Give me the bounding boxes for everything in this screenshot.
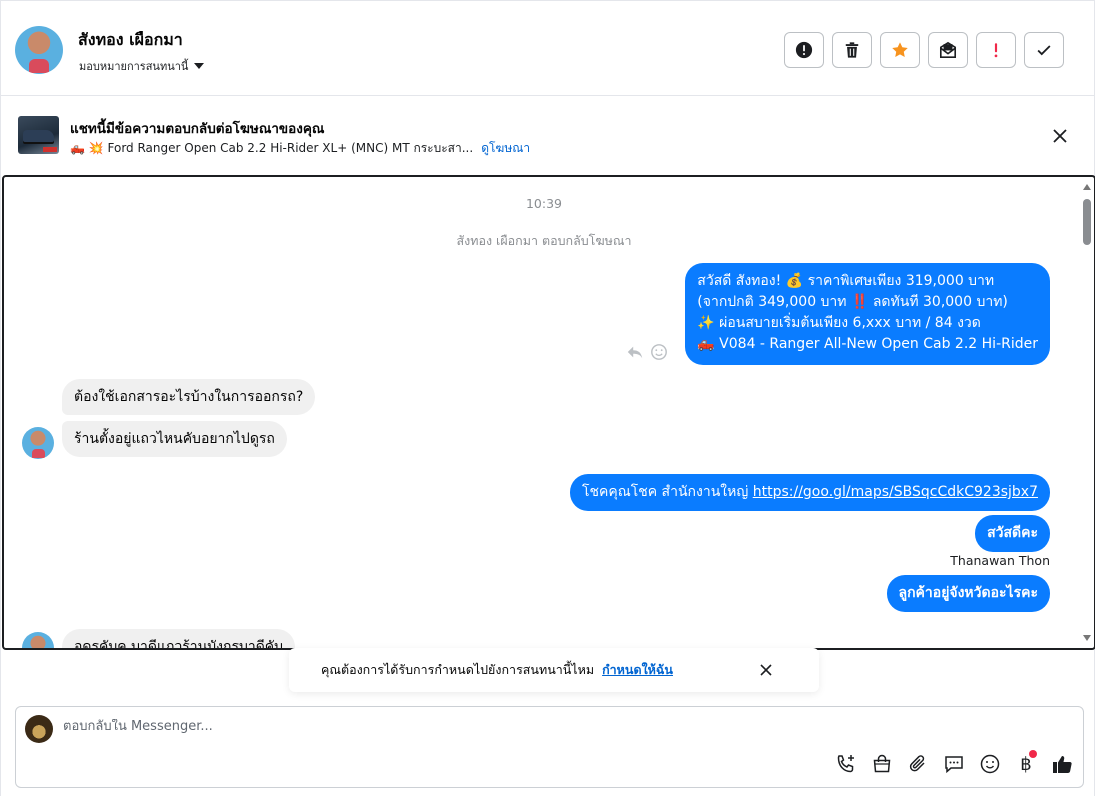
toast-text: คุณต้องการได้รับการกำหนดไปยังการสนทนานี้… xyxy=(321,662,595,677)
message-thread[interactable]: 10:39 สังทอง เผือกมา ตอบกลับโฆษณา สวัสดี… xyxy=(2,175,1095,650)
message-line: ✨ ผ่อนสบายเริ่มต้นเพียง 6,xxx บาท / 84 ง… xyxy=(697,315,981,331)
ad-thumbnail[interactable] xyxy=(18,116,59,154)
assign-to-me-link[interactable]: กำหนดให้ฉัน xyxy=(602,660,673,680)
delete-button[interactable] xyxy=(832,32,872,68)
message-hover-actions xyxy=(626,343,668,361)
conversation-header: สังทอง เผือกมา มอบหมายการสนทนานี้ xyxy=(1,0,1095,96)
message-composer: ฿ xyxy=(15,706,1084,788)
spam-icon xyxy=(994,43,998,58)
payment-button[interactable]: ฿ xyxy=(1015,749,1037,775)
warning-icon xyxy=(795,41,813,59)
message-timestamp: 10:39 xyxy=(525,196,563,211)
ad-reply-banner: แชทนี้มีข้อความตอบกลับต่อโฆษณาของคุณ 🛻 💥… xyxy=(1,96,1095,176)
scroll-up-arrow[interactable] xyxy=(1083,184,1091,190)
notification-dot xyxy=(1029,749,1037,758)
contact-avatar-small xyxy=(22,632,54,648)
page-avatar xyxy=(25,715,53,743)
react-emoji-icon[interactable] xyxy=(650,343,668,361)
spam-button[interactable] xyxy=(976,32,1016,68)
message-line: (จากปกติ 349,000 บาท ‼️ ลดทันที 30,000 บ… xyxy=(697,294,1008,310)
close-icon[interactable] xyxy=(759,663,773,677)
sender-name: Thanawan Thon xyxy=(950,553,1050,568)
outgoing-message[interactable]: ลูกค้าอยู่จังหวัดอะไรคะ xyxy=(886,575,1050,612)
report-button[interactable] xyxy=(784,32,824,68)
message-text: โชคคุณโชค สำนักงานใหญ่ xyxy=(581,484,753,500)
assign-dropdown[interactable]: มอบหมายการสนทนานี้ xyxy=(79,57,205,75)
close-icon[interactable] xyxy=(1052,128,1068,144)
inbox-conversation-panel: สังทอง เผือกมา มอบหมายการสนทนานี้ แชทนี้… xyxy=(0,0,1095,796)
reply-input[interactable] xyxy=(63,719,763,734)
star-button[interactable] xyxy=(880,32,920,68)
assign-label: มอบหมายการสนทนานี้ xyxy=(79,60,189,73)
mark-unread-button[interactable] xyxy=(928,32,968,68)
mark-done-button[interactable] xyxy=(1024,32,1064,68)
mark-unread-icon xyxy=(939,41,957,59)
outgoing-message[interactable]: สวัสดี สังทอง! 💰 ราคาพิเศษเพียง 319,000 … xyxy=(685,263,1050,365)
incoming-message[interactable]: ต้องใช้เอกสารอะไรบ้างในการออกรถ? xyxy=(62,379,316,415)
composer-tools: ฿ xyxy=(835,749,1073,775)
maps-link[interactable]: https://goo.gl/maps/SBSqcCdkC923sjbx7 xyxy=(753,484,1038,500)
done-icon xyxy=(1037,45,1051,56)
incoming-message[interactable]: ร้านตั้งอยู่แถวไหนคับอยากไปดูรถ xyxy=(62,421,287,457)
ad-banner-title: แชทนี้มีข้อความตอบกลับต่อโฆษณาของคุณ xyxy=(70,121,325,137)
contact-name[interactable]: สังทอง เผือกมา xyxy=(78,28,183,53)
ad-banner-subtitle: 🛻 💥 Ford Ranger Open Cab 2.2 Hi-Rider XL… xyxy=(70,139,530,158)
trash-icon xyxy=(845,42,859,58)
incoming-message[interactable]: อดรคับค บาดีแถวร้านบังกรบาดีคับ xyxy=(62,629,296,648)
chat-scrollbar[interactable] xyxy=(1080,177,1094,648)
saved-reply-icon[interactable] xyxy=(943,753,965,775)
shop-bag-icon[interactable] xyxy=(871,753,893,775)
message-line: สวัสดี สังทอง! 💰 ราคาพิเศษเพียง 319,000 … xyxy=(697,273,995,289)
ad-subtitle-text: 🛻 💥 Ford Ranger Open Cab 2.2 Hi-Rider XL… xyxy=(70,141,474,155)
scroll-thumb[interactable] xyxy=(1083,199,1091,245)
assign-suggestion-toast: คุณต้องการได้รับการกำหนดไปยังการสนทนานี้… xyxy=(289,648,819,692)
system-note: สังทอง เผือกมา ตอบกลับโฆษณา xyxy=(456,233,632,248)
attach-icon[interactable] xyxy=(907,753,929,775)
header-actions xyxy=(784,32,1064,68)
view-ad-link[interactable]: ดูโฆษณา xyxy=(481,139,530,158)
outgoing-message[interactable]: โชคคุณโชค สำนักงานใหญ่ https://goo.gl/ma… xyxy=(569,474,1050,511)
chevron-down-icon xyxy=(194,63,205,69)
reply-icon[interactable] xyxy=(626,343,644,361)
star-icon xyxy=(892,42,908,58)
message-line: 🛻 V084 - Ranger All-New Open Cab 2.2 Hi-… xyxy=(697,336,1038,352)
scroll-down-arrow[interactable] xyxy=(1083,635,1091,641)
call-add-icon[interactable] xyxy=(835,753,857,775)
contact-avatar-small xyxy=(22,427,54,459)
emoji-icon[interactable] xyxy=(979,753,1001,775)
like-icon[interactable] xyxy=(1051,753,1073,775)
contact-avatar[interactable] xyxy=(15,26,63,74)
outgoing-message[interactable]: สวัสดีคะ xyxy=(975,515,1050,552)
